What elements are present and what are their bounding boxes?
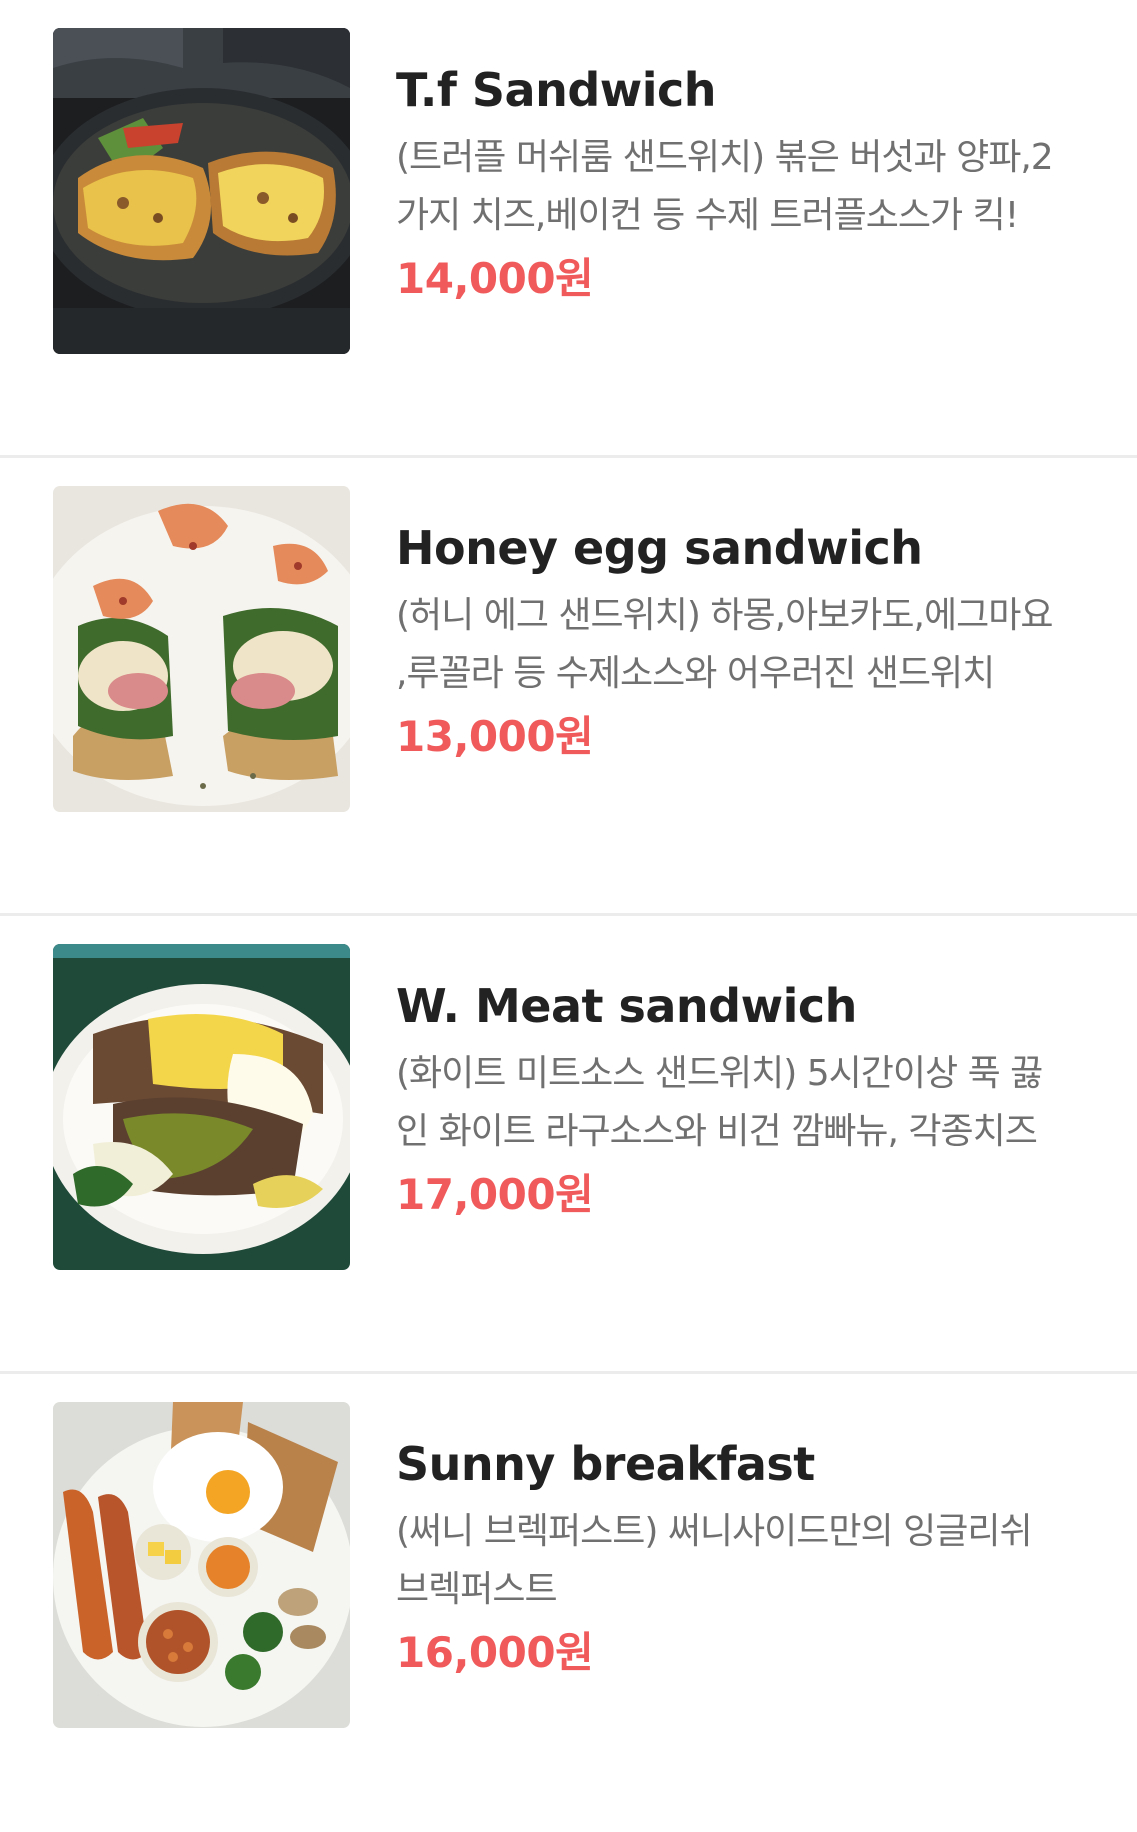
description-line: (허니 에그 샌드위치) 하몽,아보카도,에그마요: [396, 595, 1053, 636]
menu-item-info: Sunny breakfast (써니 브렉퍼스트) 써니사이드만의 잉글리쉬 …: [396, 1429, 1106, 1681]
menu-item-info: T.f Sandwich (트러플 머쉬룸 샌드위치) 볶은 버섯과 양파,2 …: [396, 55, 1106, 307]
description-line: (트러플 머쉬룸 샌드위치) 볶은 버섯과 양파,2: [396, 137, 1054, 178]
menu-item-title[interactable]: Honey egg sandwich: [396, 513, 1106, 583]
menu-item-sunny-breakfast[interactable]: Sunny breakfast (써니 브렉퍼스트) 써니사이드만의 잉글리쉬 …: [0, 1374, 1137, 1832]
photo-truffle-sandwich: [53, 28, 350, 354]
menu-item-price: 16,000원: [396, 1628, 594, 1677]
description-line: (화이트 미트소스 샌드위치) 5시간이상 푹 끓: [396, 1053, 1043, 1094]
menu-item-title[interactable]: T.f Sandwich: [396, 55, 1106, 125]
food-image-honey-egg-sandwich[interactable]: [53, 486, 350, 812]
menu-item-title[interactable]: W. Meat sandwich: [396, 971, 1106, 1041]
food-image-sunny-breakfast[interactable]: [53, 1402, 350, 1728]
menu-item-info: W. Meat sandwich (화이트 미트소스 샌드위치) 5시간이상 푹…: [396, 971, 1106, 1223]
photo-white-meat-sandwich: [53, 944, 350, 1270]
photo-sunny-breakfast: [53, 1402, 350, 1728]
menu-item-price: 13,000원: [396, 712, 594, 761]
menu-item-price: 17,000원: [396, 1170, 594, 1219]
description-line: (써니 브렉퍼스트) 써니사이드만의 잉글리쉬: [396, 1511, 1033, 1552]
menu-item-description: (트러플 머쉬룸 샌드위치) 볶은 버섯과 양파,2 가지 치즈,베이컨 등 수…: [396, 129, 1106, 245]
food-image-tf-sandwich[interactable]: [53, 28, 350, 354]
menu-item-description: (허니 에그 샌드위치) 하몽,아보카도,에그마요 ,루꼴라 등 수제소스와 어…: [396, 587, 1106, 703]
description-line: ,루꼴라 등 수제소스와 어우러진 샌드위치: [396, 653, 995, 694]
menu-item-tf-sandwich[interactable]: T.f Sandwich (트러플 머쉬룸 샌드위치) 볶은 버섯과 양파,2 …: [0, 0, 1137, 458]
description-line: 인 화이트 라구소스와 비건 깜빠뉴, 각종치즈: [396, 1111, 1038, 1152]
menu-item-title[interactable]: Sunny breakfast: [396, 1429, 1106, 1499]
description-line: 브렉퍼스트: [396, 1569, 558, 1610]
menu-item-info: Honey egg sandwich (허니 에그 샌드위치) 하몽,아보카도,…: [396, 513, 1106, 765]
photo-honey-egg-sandwich: [53, 486, 350, 812]
menu-item-honey-egg-sandwich[interactable]: Honey egg sandwich (허니 에그 샌드위치) 하몽,아보카도,…: [0, 458, 1137, 916]
menu-item-w-meat-sandwich[interactable]: W. Meat sandwich (화이트 미트소스 샌드위치) 5시간이상 푹…: [0, 916, 1137, 1374]
menu-item-description: (화이트 미트소스 샌드위치) 5시간이상 푹 끓 인 화이트 라구소스와 비건…: [396, 1045, 1106, 1161]
menu-item-description: (써니 브렉퍼스트) 써니사이드만의 잉글리쉬 브렉퍼스트: [396, 1503, 1106, 1619]
menu-item-price: 14,000원: [396, 254, 594, 303]
food-image-w-meat-sandwich[interactable]: [53, 944, 350, 1270]
menu-list: T.f Sandwich (트러플 머쉬룸 샌드위치) 볶은 버섯과 양파,2 …: [0, 0, 1137, 1832]
description-line: 가지 치즈,베이컨 등 수제 트러플소스가 킥!: [396, 195, 1019, 236]
